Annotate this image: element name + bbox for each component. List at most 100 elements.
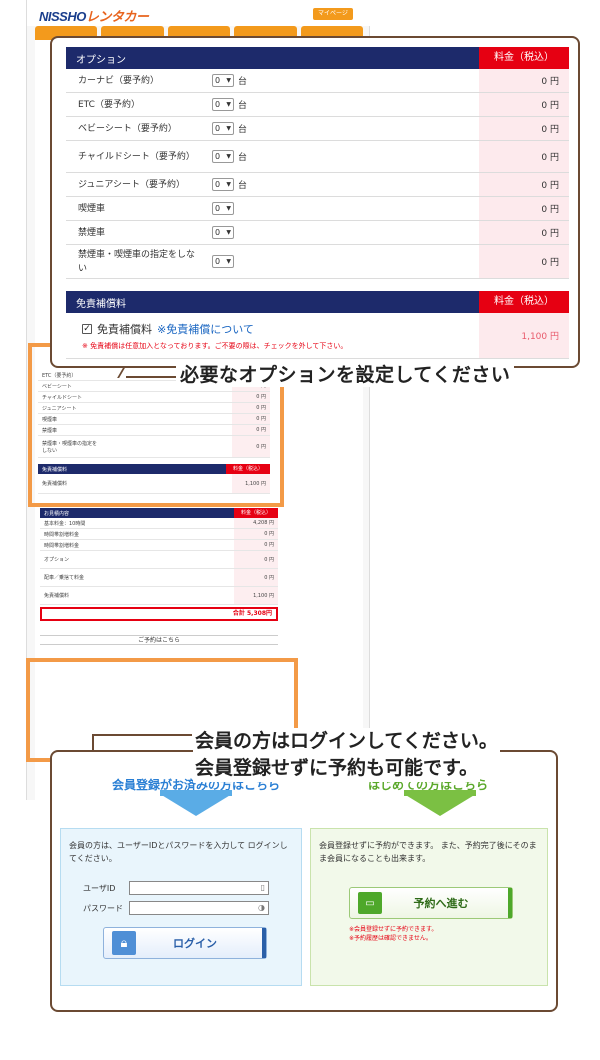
chevron-down-icon: ▼	[226, 77, 231, 84]
quantity-select[interactable]: 0 ▼	[212, 74, 234, 87]
quantity-select[interactable]: 0 ▼	[212, 178, 234, 191]
insurance-info-link[interactable]: ※免責補償について	[157, 321, 254, 337]
login-box: 会員の方は、ユーザーIDとパスワードを入力して ログインしてください。 ユーザI…	[60, 828, 302, 986]
login-button[interactable]: 🔒︎ ログイン	[103, 927, 267, 959]
quantity-unit: 台	[238, 153, 248, 163]
mini-total: 合計 5,308円	[40, 607, 278, 621]
option-name: ベビーシート（要予約）	[78, 123, 177, 134]
reserve-button-label: 予約へ進む	[413, 897, 469, 910]
option-quantity-cell: 0 ▼	[204, 245, 479, 278]
chevron-down-icon: ▼	[226, 125, 231, 132]
password-input[interactable]: ◑	[129, 901, 269, 915]
option-row: 禁煙車 0 ▼ 0 円	[66, 221, 569, 245]
option-quantity-cell: 0 ▼ 台	[204, 69, 479, 92]
reserve-button[interactable]: ▭ 予約へ進む	[349, 887, 513, 919]
option-quantity-cell: 0 ▼ 台	[204, 173, 479, 196]
option-name: カーナビ（要予約）	[78, 75, 160, 86]
option-row: 喫煙車 0 ▼ 0 円	[66, 197, 569, 221]
option-row: 禁煙車・喫煙車の指定をしない 0 ▼ 0 円	[66, 245, 569, 279]
password-label: パスワード	[83, 904, 123, 913]
insurance-checkbox[interactable]: ✓	[82, 324, 92, 334]
insurance-table-header: 免責補償料 料金（税込）	[66, 291, 569, 313]
chevron-down-icon: ▼	[226, 229, 231, 236]
insurance-price-header: 料金（税込）	[479, 291, 569, 313]
option-row: カーナビ（要予約） 0 ▼ 台 0 円	[66, 69, 569, 93]
button-edge	[262, 928, 266, 958]
option-price: 0 円	[479, 173, 569, 196]
first-time-note: ※会員登録せずに予約できます。	[349, 926, 438, 933]
quantity-unit: 台	[238, 181, 248, 191]
option-quantity-cell: 0 ▼	[204, 221, 479, 244]
first-time-note: ※予約履歴は確認できません。	[349, 935, 432, 942]
option-name: 禁煙車	[78, 227, 106, 238]
chevron-down-icon: ▼	[226, 258, 231, 265]
button-edge	[508, 888, 512, 918]
quantity-select[interactable]: 0 ▼	[212, 150, 234, 163]
id-card-icon: ▯	[260, 883, 265, 892]
quantity-value: 0	[215, 228, 221, 237]
lock-icon: 🔒︎	[112, 931, 136, 955]
option-price: 0 円	[479, 117, 569, 140]
callout-options-text: 必要なオプションを設定してください	[176, 360, 515, 387]
insurance-note: ※ 免責補償は任意加入となっております。ご不要の際は、チェックを外して下さい。	[82, 342, 348, 350]
quantity-value: 0	[215, 204, 221, 213]
quantity-select[interactable]: 0 ▼	[212, 122, 234, 135]
down-arrow-icon	[404, 794, 476, 816]
option-name: 禁煙車・喫煙車の指定をしない	[78, 249, 196, 274]
callout-login-text: 会員の方はログインしてください。 会員登録せずに予約も可能です。	[193, 728, 500, 782]
option-price: 0 円	[479, 221, 569, 244]
option-price: 0 円	[479, 69, 569, 92]
quantity-select[interactable]: 0 ▼	[212, 98, 234, 111]
user-id-input[interactable]: ▯	[129, 881, 269, 895]
quantity-value: 0	[215, 152, 221, 161]
options-callout-panel: オプション 料金（税込） カーナビ（要予約） 0 ▼ 台 0 円 ETC（要予約） 0 ▼ 台 0…	[50, 36, 580, 368]
callout-connector	[126, 376, 176, 378]
options-table: オプション 料金（税込） カーナビ（要予約） 0 ▼ 台 0 円 ETC（要予約） 0 ▼ 台 0…	[66, 47, 569, 359]
option-row: ETC（要予約） 0 ▼ 台 0 円	[66, 93, 569, 117]
first-time-box: 会員登録せずに予約ができます。 また、予約完了後にそのまま会員になることも出来ま…	[310, 828, 548, 986]
chevron-down-icon: ▼	[226, 153, 231, 160]
quantity-select[interactable]: 0 ▼	[212, 226, 234, 239]
option-price: 0 円	[479, 197, 569, 220]
down-arrow-icon	[160, 794, 232, 816]
insurance-checkbox-label: 免責補償料	[97, 323, 152, 336]
key-icon: ◑	[258, 903, 265, 912]
price-header-label: 料金（税込）	[479, 47, 569, 69]
first-time-description: 会員登録せずに予約ができます。 また、予約完了後にそのまま会員になることも出来ま…	[319, 841, 537, 863]
option-name: ジュニアシート（要予約）	[78, 179, 186, 190]
quantity-value: 0	[215, 180, 221, 189]
option-name: 喫煙車	[78, 203, 106, 214]
site-header: NISSHOレンタカー マイページ	[27, 0, 371, 26]
options-header-label: オプション	[76, 54, 126, 66]
option-name: チャイルドシート（要予約）	[78, 151, 195, 162]
option-row: ベビーシート（要予約） 0 ▼ 台 0 円	[66, 117, 569, 141]
option-quantity-cell: 0 ▼ 台	[204, 93, 479, 116]
site-logo: NISSHOレンタカー	[39, 9, 149, 24]
callout-connector	[92, 734, 94, 752]
login-callout-panel: 会員登録がお済みの方はこちら はじめての方はこちら 会員の方は、ユーザーIDとパ…	[50, 750, 558, 1012]
mypage-button[interactable]: マイページ	[313, 8, 353, 20]
mini-summary-table: お見積内容 料金（税込） 基本料金：10時間 4,208 円 時間帯割増料金 0 円 …	[40, 508, 278, 645]
quantity-select[interactable]: 0 ▼	[212, 202, 234, 215]
user-id-label: ユーザID	[83, 884, 116, 893]
option-row: チャイルドシート（要予約） 0 ▼ 台 0 円	[66, 141, 569, 173]
quantity-unit: 台	[238, 125, 248, 135]
option-price: 0 円	[479, 93, 569, 116]
option-quantity-cell: 0 ▼ 台	[204, 117, 479, 140]
chevron-down-icon: ▼	[226, 181, 231, 188]
callout-connector	[92, 734, 192, 736]
login-button-label: ログイン	[173, 937, 217, 950]
quantity-value: 0	[215, 100, 221, 109]
quantity-value: 0	[215, 257, 221, 266]
quantity-unit: 台	[238, 77, 248, 87]
first-time-notes: ※会員登録せずに予約できます。 ※予約履歴は確認できません。	[349, 925, 437, 943]
callout-login-line2: 会員登録せずに予約も可能です。	[193, 755, 481, 782]
chevron-down-icon: ▼	[226, 101, 231, 108]
mini-reserve-header: ご予約はこちら	[40, 635, 278, 645]
login-description: 会員の方は、ユーザーIDとパスワードを入力して ログインしてください。	[69, 841, 288, 863]
quantity-value: 0	[215, 124, 221, 133]
callout-login-line1: 会員の方はログインしてください。	[193, 728, 500, 755]
quantity-select[interactable]: 0 ▼	[212, 255, 234, 268]
insurance-row: ✓ 免責補償料 ※免責補償について ※ 免責補償は任意加入となっております。ご不…	[66, 313, 569, 359]
option-price: 0 円	[479, 141, 569, 172]
